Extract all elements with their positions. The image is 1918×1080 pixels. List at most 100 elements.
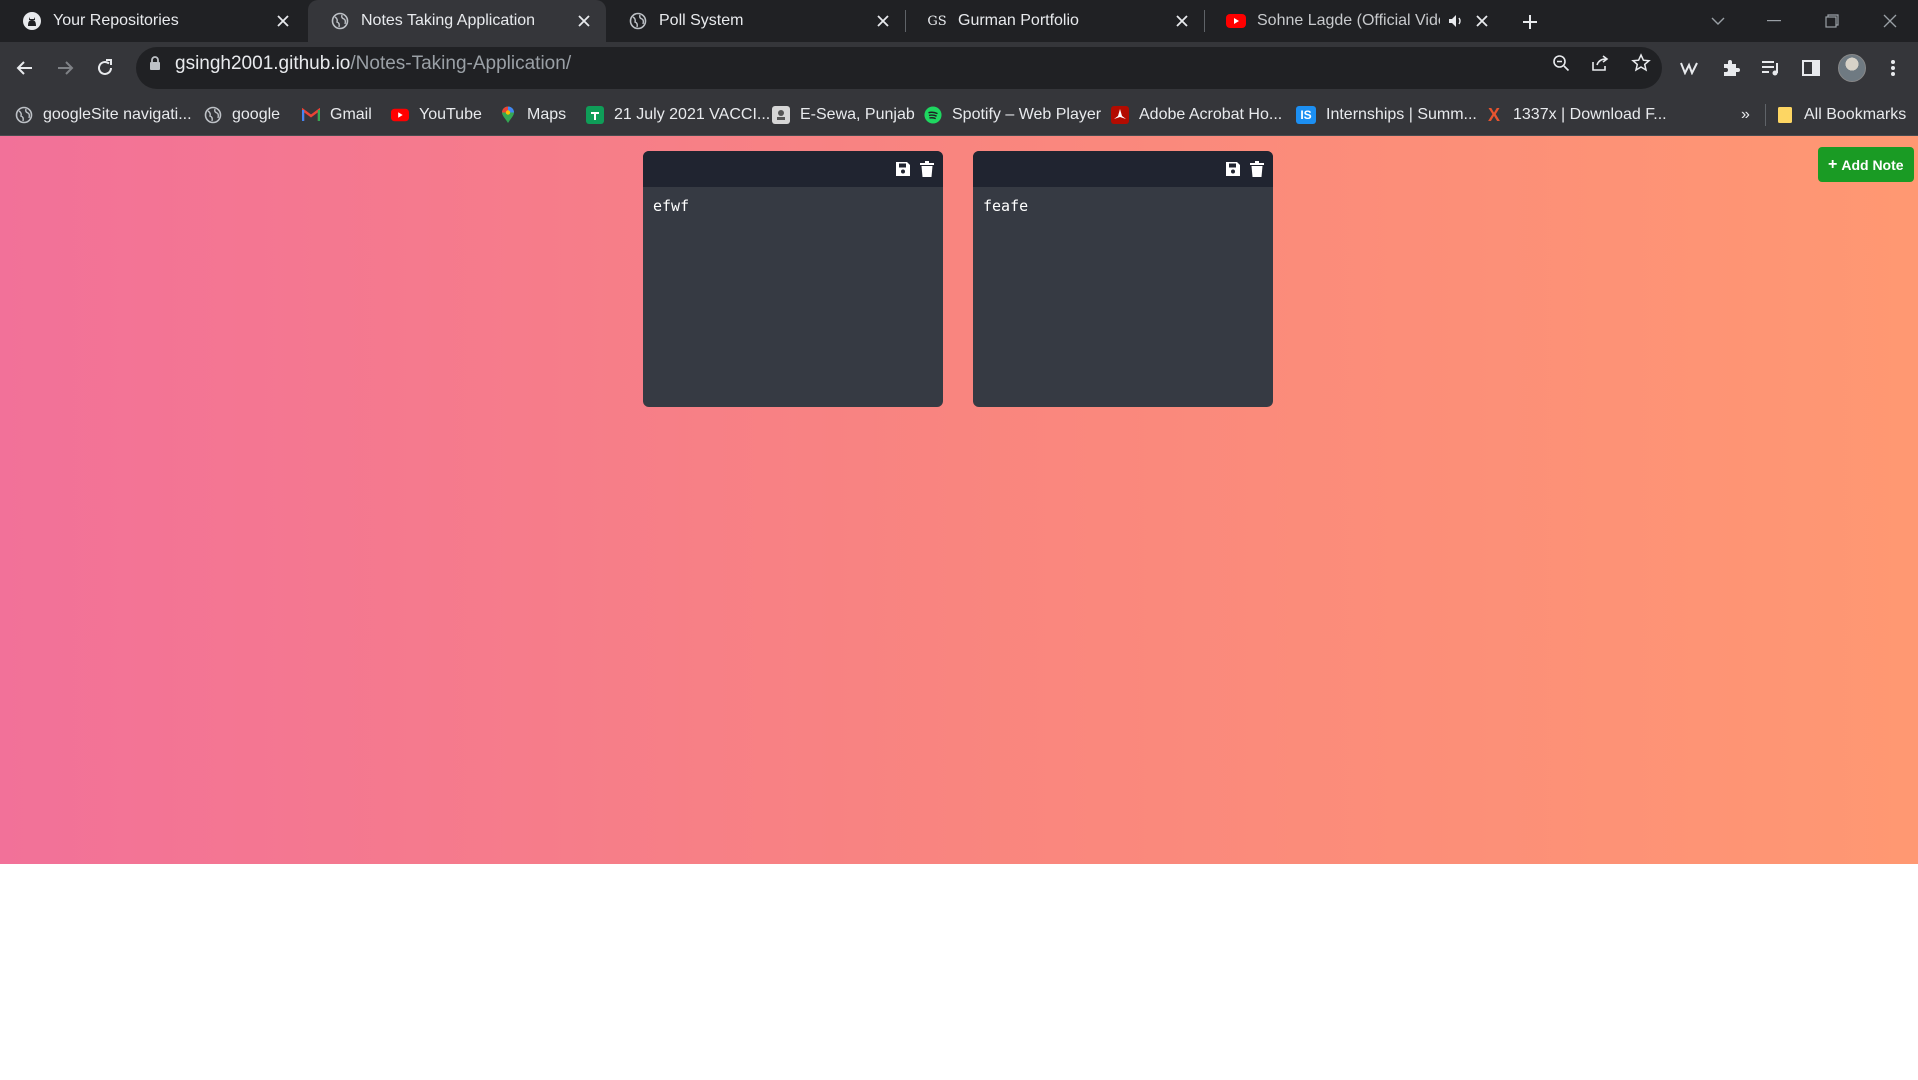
bookmark-spotify[interactable]: Spotify – Web Player (924, 94, 1101, 136)
bookmark-youtube[interactable]: YouTube (391, 94, 482, 136)
tab-your-repositories[interactable]: Your Repositories (0, 0, 305, 42)
bookmark-label: 21 July 2021 VACCI... (614, 106, 771, 123)
x-icon-text: X (1487, 104, 1500, 125)
globe-icon (15, 106, 33, 124)
bookmark-separator (1765, 104, 1766, 126)
bookmarks-bar: googleSite navigati... google Gmail YouT… (0, 94, 1918, 136)
folder-icon (1776, 106, 1794, 124)
extension-wm-icon[interactable] (1677, 55, 1703, 81)
add-note-button[interactable]: + Add Note (1818, 147, 1914, 182)
close-icon[interactable] (873, 11, 893, 31)
save-note-button[interactable] (893, 159, 913, 179)
bookmarks-overflow-button[interactable]: » (1741, 94, 1750, 136)
is-icon: IS (1296, 106, 1316, 124)
spotify-icon (924, 106, 942, 124)
close-icon[interactable] (273, 11, 293, 31)
new-tab-button[interactable] (1517, 9, 1543, 35)
youtube-icon (1226, 11, 1246, 31)
globe-icon (204, 106, 222, 124)
tab-title: Sohne Lagde (Official Video (1257, 12, 1440, 29)
tab-poll-system[interactable]: Poll System (606, 0, 905, 42)
bookmarks-overflow-label: » (1741, 106, 1750, 123)
lock-icon[interactable] (148, 55, 162, 76)
forward-button[interactable] (48, 51, 82, 85)
note-card: feafe (973, 151, 1273, 407)
bookmark-maps[interactable]: Maps (499, 94, 566, 136)
bookmark-vaccination-sheet[interactable]: 21 July 2021 VACCI... (586, 94, 770, 136)
bookmark-label: Gmail (330, 106, 372, 123)
tab-sohne-lagde[interactable]: Sohne Lagde (Official Video (1204, 0, 1504, 42)
bookmark-label: Internships | Summ... (1326, 106, 1477, 123)
bookmark-internships[interactable]: IS Internships | Summ... (1296, 94, 1477, 136)
close-icon[interactable] (1172, 11, 1192, 31)
tab-title: Your Repositories (53, 12, 179, 29)
youtube-icon (391, 106, 409, 124)
zoom-icon[interactable] (1549, 51, 1573, 75)
tab-gurman-portfolio[interactable]: GS Gurman Portfolio (905, 0, 1204, 42)
all-bookmarks-button[interactable]: All Bookmarks (1776, 94, 1906, 136)
delete-note-button[interactable] (917, 159, 937, 179)
sheets-icon (586, 106, 604, 124)
bookmark-label: googleSite navigati... (43, 106, 192, 123)
bookmark-acrobat[interactable]: Adobe Acrobat Ho... (1111, 94, 1282, 136)
restore-icon[interactable] (1804, 0, 1860, 42)
menu-kebab-icon[interactable] (1880, 55, 1906, 81)
bookmark-google[interactable]: google (204, 94, 280, 136)
window-close-icon[interactable] (1862, 0, 1918, 42)
tab-strip: Your Repositories Notes Taking Applicati… (0, 0, 1918, 42)
note-textarea[interactable]: efwf (653, 197, 933, 397)
delete-note-button[interactable] (1247, 159, 1267, 179)
close-icon[interactable] (1472, 11, 1492, 31)
profile-avatar[interactable] (1838, 54, 1866, 82)
save-icon (1226, 162, 1240, 176)
bookmark-label: 1337x | Download F... (1513, 106, 1667, 123)
is-icon-text: IS (1300, 108, 1312, 122)
tab-search-icon[interactable] (1690, 0, 1746, 42)
globe-icon (330, 11, 350, 31)
trash-icon (1250, 161, 1264, 177)
bookmark-gmail[interactable]: Gmail (302, 94, 372, 136)
bookmark-label: Maps (527, 106, 567, 123)
note-header (973, 151, 1273, 187)
plus-icon: + (1828, 155, 1838, 173)
note-card: efwf (643, 151, 943, 407)
close-icon[interactable] (574, 11, 594, 31)
gmail-icon (302, 106, 320, 124)
back-button[interactable] (8, 51, 42, 85)
tab-notes-taking-application[interactable]: Notes Taking Application (308, 0, 606, 42)
bookmark-label: YouTube (419, 106, 482, 123)
tab-title: Notes Taking Application (361, 12, 536, 29)
gs-icon-text: GS (927, 13, 947, 29)
bookmark-star-icon[interactable] (1629, 51, 1653, 75)
notes-app-page: efwf feafe + Add Note (0, 136, 1918, 864)
acrobat-icon (1111, 106, 1129, 124)
tab-title: Gurman Portfolio (958, 12, 1079, 29)
all-bookmarks-label: All Bookmarks (1804, 106, 1907, 123)
browser-toolbar: gsingh2001.github.io/Notes-Taking-Applic… (0, 42, 1918, 94)
x-icon: X (1485, 104, 1503, 125)
bookmark-label: google (232, 106, 281, 123)
note-textarea[interactable]: feafe (983, 197, 1263, 397)
speaker-icon[interactable] (1446, 11, 1466, 31)
bookmark-esewa[interactable]: E-Sewa, Punjab (772, 94, 915, 136)
save-note-button[interactable] (1223, 159, 1243, 179)
bookmark-1337x[interactable]: X 1337x | Download F... (1485, 94, 1667, 136)
bookmark-label: Spotify – Web Player (952, 106, 1102, 123)
bookmark-googlesite[interactable]: googleSite navigati... (15, 94, 192, 136)
bookmark-label: Adobe Acrobat Ho... (1139, 106, 1283, 123)
reload-button[interactable] (88, 51, 122, 85)
bookmark-label: E-Sewa, Punjab (800, 106, 915, 123)
side-panel-icon[interactable] (1798, 55, 1824, 81)
extensions-puzzle-icon[interactable] (1718, 55, 1744, 81)
media-control-icon[interactable] (1758, 55, 1784, 81)
add-note-label: Add Note (1841, 156, 1904, 173)
url-text[interactable]: gsingh2001.github.io/Notes-Taking-Applic… (175, 53, 571, 75)
note-header (643, 151, 943, 187)
tab-title: Poll System (659, 12, 744, 29)
save-icon (896, 162, 910, 176)
share-icon[interactable] (1589, 51, 1613, 75)
emblem-icon (772, 106, 790, 124)
gs-icon: GS (927, 11, 947, 31)
trash-icon (920, 161, 934, 177)
minimize-icon[interactable] (1746, 0, 1802, 42)
